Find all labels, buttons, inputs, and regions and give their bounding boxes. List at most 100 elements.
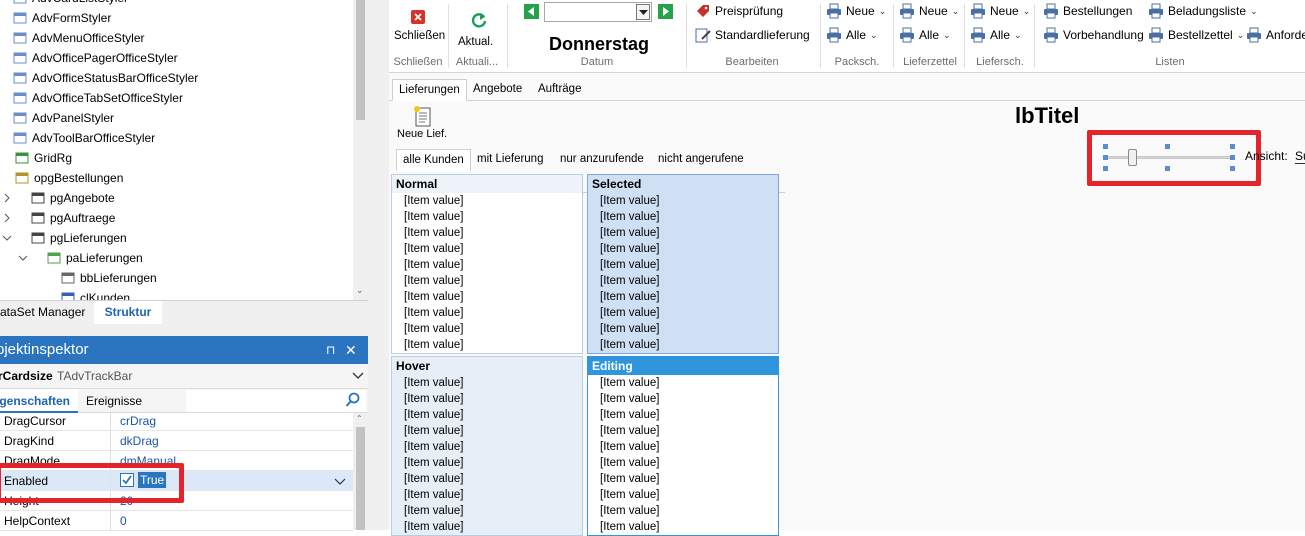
list-item[interactable]: [Item value] bbox=[392, 305, 582, 321]
list-item[interactable]: [Item value] bbox=[588, 391, 778, 407]
list-hover[interactable]: Hover [Item value] [Item value] [Item valu… bbox=[391, 356, 583, 536]
list-item[interactable]: [Item value] bbox=[588, 193, 778, 209]
filter-tab-with-delivery[interactable]: mit Lieferung bbox=[471, 149, 549, 171]
list-item[interactable]: [Item value] bbox=[392, 423, 582, 439]
tab-events[interactable]: Ereignisse bbox=[86, 394, 142, 408]
tab-deliveries[interactable]: Lieferungen bbox=[392, 79, 467, 101]
tree-node[interactable]: pgLieferungen bbox=[2, 228, 127, 248]
orders-button[interactable]: Bestellungen bbox=[1043, 3, 1132, 19]
list-item[interactable]: [Item value] bbox=[392, 471, 582, 487]
list-item[interactable]: [Item value] bbox=[588, 273, 778, 289]
component-selector[interactable]: rCardsize TAdvTrackBar bbox=[0, 364, 368, 389]
view-selector[interactable]: Ansicht: Sun bbox=[1245, 149, 1305, 164]
list-item[interactable]: [Item value] bbox=[392, 519, 582, 535]
search-icon[interactable] bbox=[345, 392, 361, 408]
print-new-button[interactable]: Neue ⌄ bbox=[826, 3, 886, 19]
tree-node[interactable]: paLieferungen bbox=[18, 248, 143, 268]
price-check-button[interactable]: Preisprüfung bbox=[695, 3, 783, 19]
list-item[interactable]: [Item value] bbox=[588, 487, 778, 503]
chevron-down-icon[interactable] bbox=[2, 233, 12, 243]
list-selected[interactable]: Selected [Item value] [Item value] [Item v… bbox=[587, 174, 779, 354]
list-item[interactable]: [Item value] bbox=[392, 273, 582, 289]
print-new-button[interactable]: Neue ⌄ bbox=[899, 3, 959, 19]
tree-node[interactable]: GridRg bbox=[0, 148, 72, 168]
refresh-button[interactable]: Aktual. bbox=[453, 4, 503, 52]
date-picker[interactable] bbox=[544, 2, 652, 22]
list-item[interactable]: [Item value] bbox=[392, 209, 582, 225]
order-slip-button[interactable]: Bestellzettel ⌄ bbox=[1148, 27, 1244, 43]
filter-tab-to-call[interactable]: nur anzurufende bbox=[554, 149, 650, 171]
tree-node[interactable]: bbLieferungen bbox=[60, 268, 157, 288]
tree-node[interactable]: clKunden bbox=[60, 288, 130, 300]
chevron-down-icon[interactable]: ⌄ bbox=[356, 285, 364, 296]
tab-orders[interactable]: Aufträge bbox=[532, 79, 587, 101]
print-all-button[interactable]: Alle ⌄ bbox=[970, 27, 1022, 43]
list-item[interactable]: [Item value] bbox=[392, 455, 582, 471]
list-item[interactable]: [Item value] bbox=[588, 289, 778, 305]
tree-node[interactable]: pgAuftraege bbox=[4, 208, 115, 228]
list-item[interactable]: [Item value] bbox=[392, 487, 582, 503]
date-dropdown-button[interactable] bbox=[636, 4, 650, 20]
property-row[interactable]: DragKind dkDrag bbox=[0, 431, 353, 451]
tree-node[interactable]: pgAngebote bbox=[4, 188, 115, 208]
tree-node[interactable]: AdvFormStyler bbox=[12, 8, 111, 28]
tree-node[interactable]: AdvCardListStyler bbox=[12, 0, 128, 8]
tab-structure[interactable]: Struktur bbox=[94, 301, 162, 325]
list-item[interactable]: [Item value] bbox=[588, 321, 778, 337]
close-icon[interactable]: ✕ bbox=[345, 336, 357, 364]
filter-tab-all-customers[interactable]: alle Kunden bbox=[396, 149, 471, 171]
list-item[interactable]: [Item value] bbox=[588, 375, 778, 391]
list-item[interactable]: [Item value] bbox=[588, 241, 778, 257]
property-row[interactable]: DragCursor crDrag bbox=[0, 411, 353, 431]
pretreatment-button[interactable]: Vorbehandlung bbox=[1043, 27, 1144, 43]
list-item[interactable]: [Item value] bbox=[392, 241, 582, 257]
list-item[interactable]: [Item value] bbox=[588, 407, 778, 423]
view-value[interactable]: Sun bbox=[1295, 149, 1305, 164]
list-item[interactable]: [Item value] bbox=[392, 193, 582, 209]
list-item[interactable]: [Item value] bbox=[588, 337, 778, 353]
tree-node[interactable]: AdvToolBarOfficeStyler bbox=[12, 128, 155, 148]
list-item[interactable]: [Item value] bbox=[588, 471, 778, 487]
close-button[interactable]: Schließen bbox=[393, 4, 445, 52]
requirements-button[interactable]: Anforde bbox=[1246, 27, 1305, 43]
previous-day-button[interactable] bbox=[524, 4, 539, 19]
tree-node[interactable]: AdvOfficeStatusBarOfficeStyler bbox=[12, 68, 198, 88]
list-item[interactable]: [Item value] bbox=[588, 225, 778, 241]
structure-tree[interactable]: AdvCardListStyler AdvFormStyler AdvMenuOff… bbox=[0, 0, 368, 300]
tab-offers[interactable]: Angebote bbox=[467, 79, 528, 101]
property-search-input[interactable] bbox=[186, 390, 366, 412]
list-item[interactable]: [Item value] bbox=[588, 439, 778, 455]
inspector-scrollbar-thumb[interactable] bbox=[356, 427, 365, 530]
standard-delivery-button[interactable]: Standardlieferung bbox=[695, 27, 810, 43]
tab-properties[interactable]: igenschaften bbox=[0, 394, 70, 408]
list-item[interactable]: [Item value] bbox=[588, 257, 778, 273]
list-item[interactable]: [Item value] bbox=[588, 209, 778, 225]
list-item[interactable]: [Item value] bbox=[392, 439, 582, 455]
list-item[interactable]: [Item value] bbox=[392, 375, 582, 391]
property-value[interactable]: crDrag bbox=[120, 414, 156, 428]
list-item[interactable]: [Item value] bbox=[588, 519, 778, 535]
print-new-button[interactable]: Neue ⌄ bbox=[970, 3, 1030, 19]
tree-node[interactable]: AdvMenuOfficeStyler bbox=[12, 28, 145, 48]
tree-scrollbar-thumb[interactable] bbox=[356, 0, 365, 120]
loading-list-button[interactable]: Beladungsliste ⌄ bbox=[1148, 3, 1258, 19]
list-item[interactable]: [Item value] bbox=[392, 407, 582, 423]
list-item[interactable]: [Item value] bbox=[588, 455, 778, 471]
tree-node[interactable]: AdvOfficeTabSetOfficeStyler bbox=[12, 88, 183, 108]
list-item[interactable]: [Item value] bbox=[588, 305, 778, 321]
chevron-down-icon[interactable] bbox=[334, 478, 346, 485]
list-item[interactable]: [Item value] bbox=[392, 225, 582, 241]
chevron-down-icon[interactable] bbox=[18, 253, 28, 263]
list-editing[interactable]: Editing [Item value] [Item value] [Item va… bbox=[587, 356, 779, 536]
next-day-button[interactable] bbox=[658, 4, 673, 19]
tree-node[interactable]: opgBestellungen bbox=[0, 168, 123, 188]
chevron-right-icon[interactable] bbox=[2, 213, 12, 223]
chevron-down-icon[interactable] bbox=[352, 372, 364, 380]
list-item[interactable]: [Item value] bbox=[392, 337, 582, 353]
property-row[interactable]: HelpContext 0 bbox=[0, 511, 353, 531]
list-item[interactable]: [Item value] bbox=[392, 503, 582, 519]
print-all-button[interactable]: Alle ⌄ bbox=[899, 27, 951, 43]
chevron-up-icon[interactable]: ⌃ bbox=[356, 414, 363, 423]
splitter[interactable] bbox=[0, 324, 368, 336]
tree-node[interactable]: AdvOfficePagerOfficeStyler bbox=[12, 48, 178, 68]
